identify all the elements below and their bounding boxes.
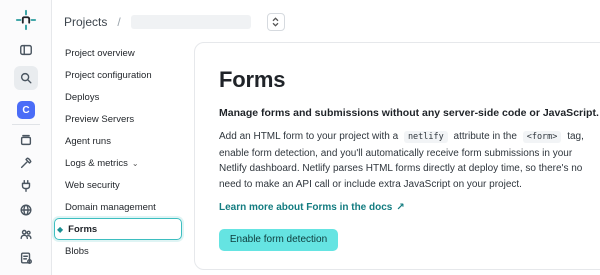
nav-label: Project configuration: [65, 69, 152, 81]
nav-label: Web security: [65, 179, 120, 191]
netlify-logo-icon[interactable]: [14, 8, 38, 32]
sidebar-toggle-icon[interactable]: [14, 38, 38, 62]
forms-docs-link[interactable]: Learn more about Forms in the docs ↗: [219, 202, 405, 213]
nav-item-preview-servers[interactable]: Preview Servers: [54, 108, 182, 130]
builds-icon[interactable]: [14, 151, 38, 175]
description-part-1: Add an HTML form to your project with a: [219, 131, 401, 142]
projects-icon[interactable]: [14, 128, 38, 152]
extensions-icon[interactable]: [14, 174, 38, 198]
docs-icon[interactable]: [14, 246, 38, 270]
icon-rail: C: [0, 0, 52, 275]
breadcrumb: Projects /: [64, 12, 285, 32]
project-nav: Project overview Project configuration D…: [54, 42, 182, 262]
nav-label: Preview Servers: [65, 113, 135, 125]
breadcrumb-projects-link[interactable]: Projects: [64, 15, 107, 29]
chevron-down-icon: ⌄: [131, 158, 139, 168]
chevron-up-down-icon: [272, 17, 279, 27]
nav-label: Domain management: [65, 201, 156, 213]
forms-description: Add an HTML form to your project with a …: [219, 129, 591, 192]
forms-lead-text: Manage forms and submissions without any…: [219, 107, 599, 119]
rail-divider: [12, 124, 40, 125]
search-icon[interactable]: [14, 66, 38, 90]
nav-label: Agent runs: [65, 135, 111, 147]
code-form-tag: <form>: [522, 131, 562, 143]
nav-item-domain-management[interactable]: Domain management: [54, 196, 182, 218]
nav-item-web-security[interactable]: Web security: [54, 174, 182, 196]
nav-label: Deploys: [65, 91, 100, 103]
nav-item-blobs[interactable]: Blobs: [54, 240, 182, 262]
nav-item-logs-metrics[interactable]: Logs & metrics ⌄: [54, 152, 182, 174]
nav-item-agent-runs[interactable]: Agent runs: [54, 130, 182, 152]
breadcrumb-project-name[interactable]: [130, 15, 251, 29]
nav-item-project-overview[interactable]: Project overview: [54, 42, 182, 64]
nav-item-project-configuration[interactable]: Project configuration: [54, 64, 182, 86]
enable-form-detection-button[interactable]: Enable form detection: [219, 229, 338, 251]
nav-item-deploys[interactable]: Deploys: [54, 86, 182, 108]
domains-icon[interactable]: [14, 198, 38, 222]
forms-card: Forms Manage forms and submissions witho…: [194, 42, 600, 270]
page-title: Forms: [219, 67, 286, 92]
members-icon[interactable]: [14, 222, 38, 246]
nav-label: Forms: [68, 223, 98, 235]
team-initial: C: [22, 104, 30, 116]
description-part-2: attribute in the: [450, 131, 520, 142]
nav-item-forms[interactable]: ◆ Forms: [54, 218, 182, 240]
code-netlify-attribute: netlify: [403, 131, 448, 143]
team-avatar[interactable]: C: [17, 101, 35, 119]
nav-label: Logs & metrics: [65, 157, 128, 169]
project-switcher-button[interactable]: [266, 13, 285, 31]
active-marker-icon: ◆: [57, 224, 64, 234]
docs-link-label: Learn more about Forms in the docs: [219, 202, 393, 213]
breadcrumb-separator: /: [117, 15, 121, 29]
nav-label: Project overview: [65, 47, 135, 59]
nav-label: Blobs: [65, 245, 89, 257]
external-link-icon: ↗: [396, 202, 405, 213]
